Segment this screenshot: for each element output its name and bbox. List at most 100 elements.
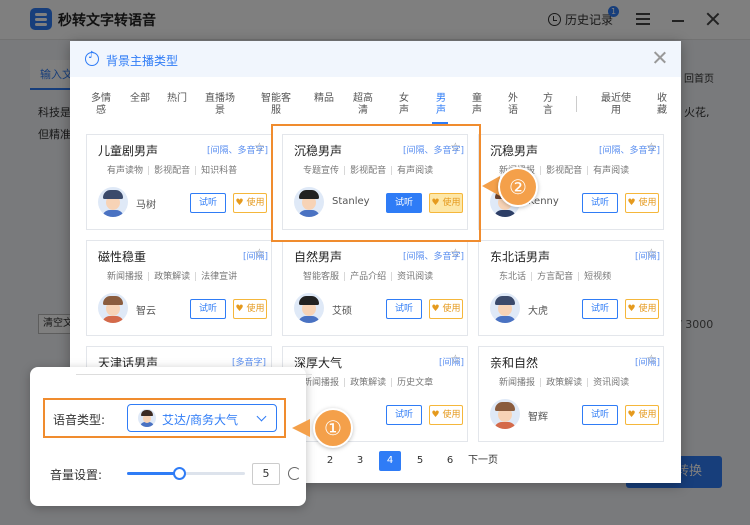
voice-card[interactable]: 儿童剧男声 [间隔、多音字] ☆ 有声读物 | 影视配音 | 知识科普 马树 试听 ♥ … (86, 134, 272, 230)
use-label: 使用 (638, 410, 657, 420)
voice-tag: 政策解读 (546, 378, 583, 388)
callout-arrow (292, 419, 310, 437)
page-button[interactable]: 6 (439, 451, 461, 471)
voice-name: 磁性稳重 (98, 250, 147, 264)
voice-tag: 方言配音 (537, 272, 574, 282)
page-button[interactable]: 2 (319, 451, 341, 471)
voice-name: 东北话男声 (490, 250, 551, 264)
dialog-title: 背景主播类型 (106, 54, 179, 68)
star-icon[interactable]: ☆ (450, 246, 461, 260)
next-page-button[interactable]: 下一页 (468, 451, 498, 471)
use-label: 使用 (442, 304, 461, 314)
page-button-current[interactable]: 4 (379, 451, 401, 471)
use-button[interactable]: ♥ 使用 (625, 405, 659, 425)
page-button[interactable]: 5 (409, 451, 431, 471)
category-tab[interactable]: 超高清 (350, 93, 376, 117)
category-tab[interactable]: 直播场景 (203, 93, 237, 117)
avatar (138, 409, 156, 427)
use-button[interactable]: ♥ 使用 (233, 299, 267, 319)
category-tab[interactable]: 全部 (130, 93, 150, 105)
listen-button[interactable]: 试听 (190, 299, 226, 319)
volume-value[interactable]: 5 (252, 463, 280, 485)
use-button[interactable]: ♥ 使用 (233, 193, 267, 213)
use-label: 使用 (246, 198, 265, 208)
dialog-header: 背景主播类型 (70, 41, 681, 77)
voice-type-select[interactable]: 艾达/商务大气 (127, 404, 277, 432)
voice-tags: 东北话 | 方言配音 | 短视频 (499, 272, 612, 282)
voice-tags: 智能客服 | 产品介绍 | 资讯阅读 (303, 272, 434, 282)
voice-card[interactable]: 东北话男声 [间隔] ☆ 东北话 | 方言配音 | 短视频 大虎 试听 ♥ 使用 (478, 240, 664, 336)
volume-slider[interactable] (127, 467, 245, 480)
avatar (98, 187, 128, 217)
star-icon[interactable]: ☆ (254, 140, 265, 154)
voice-tags: 新闻播报 | 政策解读 | 法律宣讲 (107, 272, 238, 282)
selected-card-highlight (271, 124, 481, 242)
voice-card[interactable]: 自然男声 [间隔、多音字] ☆ 智能客服 | 产品介绍 | 资讯阅读 艾硕 试听 ♥ 使… (282, 240, 468, 336)
voice-tag: 资讯阅读 (397, 272, 434, 282)
voice-settings-panel: 语音类型: 艾达/商务大气 音量设置: 5 (30, 367, 312, 506)
avatar (98, 293, 128, 323)
voice-name: 沉稳男声 (490, 144, 539, 158)
category-tab[interactable]: 最近使用 (598, 93, 634, 117)
voice-tags: 新闻播报 | 政策解读 | 历史文章 (303, 378, 434, 388)
star-icon[interactable]: ☆ (646, 352, 657, 366)
voice-card[interactable]: 亲和自然 [间隔] ☆ 新闻播报 | 政策解读 | 资讯阅读 智辉 试听 ♥ 使用 (478, 346, 664, 442)
voice-tags: 新闻播报 | 政策解读 | 资讯阅读 (499, 378, 630, 388)
voice-tag: 历史文章 (397, 378, 434, 388)
use-label: 使用 (442, 410, 461, 420)
voice-card[interactable]: 磁性稳重 [间隔] ☆ 新闻播报 | 政策解读 | 法律宣讲 智云 试听 ♥ 使用 (86, 240, 272, 336)
use-button[interactable]: ♥ 使用 (429, 299, 463, 319)
volume-slider-handle[interactable] (172, 467, 186, 480)
reset-icon[interactable] (288, 467, 301, 480)
voice-tag: 智能客服 (303, 272, 340, 282)
avatar (490, 399, 520, 429)
voice-tag: 新闻播报 (303, 378, 340, 388)
voice-type-value: 艾达/商务大气 (162, 413, 239, 427)
avatar (490, 293, 520, 323)
voice-tag: 影视配音 (154, 166, 191, 176)
listen-button[interactable]: 试听 (582, 299, 618, 319)
voice-tag: 短视频 (584, 272, 612, 282)
use-button[interactable]: ♥ 使用 (429, 405, 463, 425)
use-button[interactable]: ♥ 使用 (625, 193, 659, 213)
listen-button[interactable]: 试听 (386, 405, 422, 425)
speaker-name: 艾硕 (332, 306, 352, 317)
voice-tag: 产品介绍 (350, 272, 387, 282)
speaker-name: 马树 (136, 200, 156, 211)
use-label: 使用 (246, 304, 265, 314)
voice-tag: 资讯阅读 (593, 378, 630, 388)
voice-tag: 知识科普 (201, 166, 238, 176)
voice-type-highlight: 语音类型: 艾达/商务大气 (43, 398, 286, 438)
star-icon[interactable]: ☆ (450, 352, 461, 366)
use-button[interactable]: ♥ 使用 (625, 299, 659, 319)
step-two-marker: ② (498, 167, 538, 207)
voice-tag: 有声阅读 (593, 166, 630, 176)
category-tab[interactable]: 热门 (167, 93, 187, 105)
voice-tag: 政策解读 (154, 272, 191, 282)
voice-tag: 影视配音 (546, 166, 583, 176)
star-icon[interactable]: ☆ (646, 140, 657, 154)
category-tab[interactable]: 智能客服 (259, 93, 293, 117)
category-tab[interactable]: 童声 (470, 93, 484, 117)
star-icon[interactable]: ☆ (646, 246, 657, 260)
voice-tag: 新闻播报 (499, 378, 536, 388)
category-divider (576, 96, 577, 112)
category-tab[interactable]: 收藏 (655, 93, 669, 117)
listen-button[interactable]: 试听 (386, 299, 422, 319)
listen-button[interactable]: 试听 (582, 405, 618, 425)
category-tab[interactable]: 精品 (314, 93, 334, 105)
voice-tag: 政策解读 (350, 378, 387, 388)
category-tab[interactable]: 女声 (397, 93, 411, 117)
category-tab[interactable]: 多情感 (89, 93, 113, 117)
category-tab-active[interactable]: 男声 (434, 93, 448, 117)
star-icon[interactable]: ☆ (254, 246, 265, 260)
step-one-marker: ① (313, 408, 353, 448)
chevron-down-icon (256, 411, 267, 422)
category-tab[interactable]: 外语 (506, 93, 520, 117)
use-label: 使用 (638, 304, 657, 314)
listen-button[interactable]: 试听 (190, 193, 226, 213)
category-tab[interactable]: 方言 (541, 93, 555, 117)
close-icon[interactable] (653, 50, 667, 64)
page-button[interactable]: 3 (349, 451, 371, 471)
listen-button[interactable]: 试听 (582, 193, 618, 213)
